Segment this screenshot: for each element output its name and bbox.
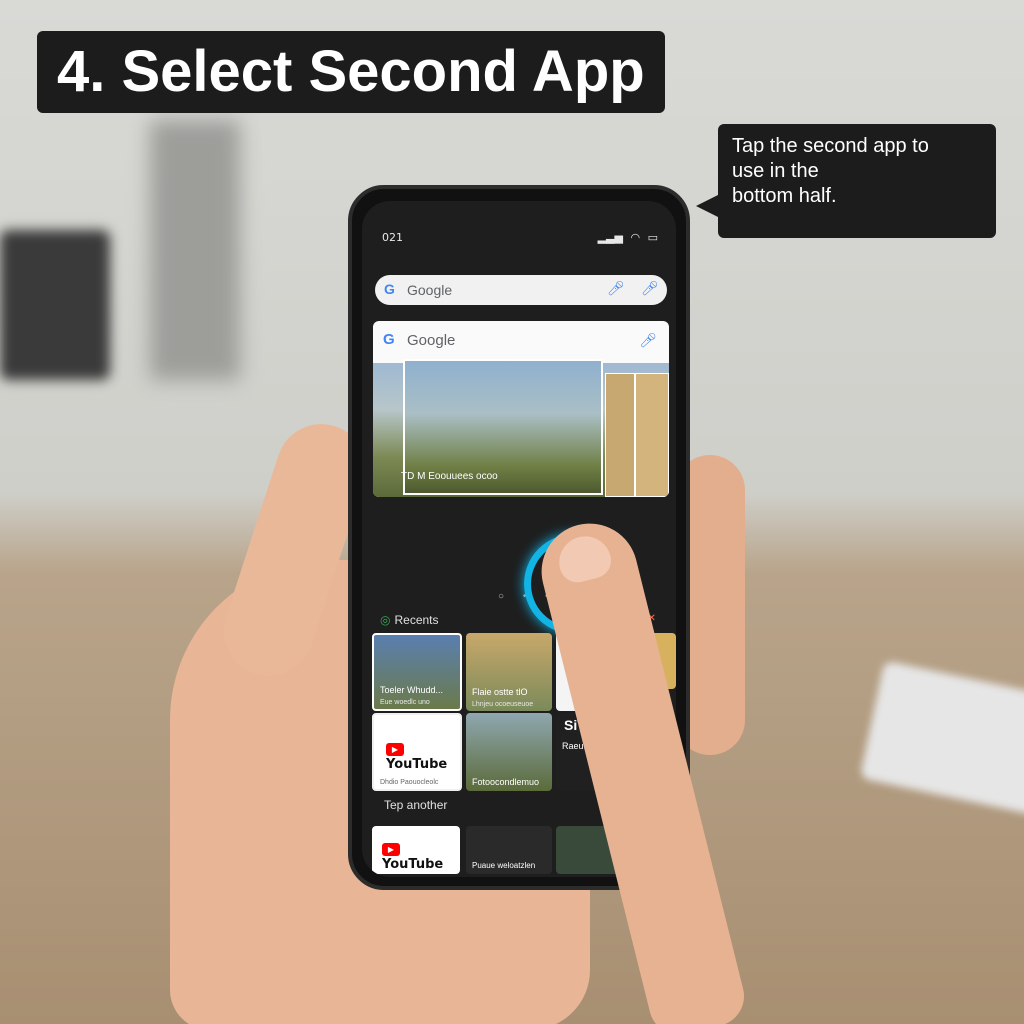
background-shelf: [0, 230, 110, 380]
recents-icon: ◎: [380, 613, 391, 627]
callout-line-3: bottom half.: [732, 185, 837, 207]
status-bar: 021 ▂▃▅ ◠ ▭: [382, 231, 658, 247]
play-icon: ▶: [386, 743, 404, 756]
status-time: 021: [382, 231, 403, 244]
recent-app-tile[interactable]: Toeler Whudd... Eue woedlc uno: [372, 633, 462, 711]
tile-label: Puaue weloatzlen: [472, 861, 536, 870]
instruction-callout: Tap the second app to use in the bottom …: [696, 124, 996, 238]
preview-side-card: [605, 373, 635, 497]
tap-another-label: Tep another: [384, 798, 448, 812]
recent-app-tile[interactable]: Fotoocondlemuo: [466, 713, 552, 791]
mic-icon: 🎤︎: [639, 332, 657, 348]
tile-sub: Eue woedlc uno: [380, 699, 430, 706]
tile-sub: Lhnjeu ocoeuseuoe: [472, 701, 534, 708]
battery-icon: ▭: [647, 231, 658, 244]
tile-label: Fotoocondlemuo: [472, 777, 540, 787]
tile-label: Flaie ostte tlO: [472, 687, 528, 697]
youtube-logo: ▶YouTube: [386, 742, 460, 772]
youtube-label: YouTube: [386, 757, 448, 772]
tile-sub: Dhdio Paouocleolc: [380, 779, 439, 786]
callout-line-2: use in the: [732, 160, 819, 182]
play-icon: ▶: [382, 843, 400, 856]
bottom-app-tile[interactable]: Puaue weloatzlen: [466, 826, 552, 874]
mic-icon[interactable]: 🎤︎: [641, 280, 659, 297]
callout-line-1: Tap the second app to: [732, 135, 929, 157]
recents-label: Recents: [394, 613, 439, 627]
mic-icon[interactable]: 🎤︎: [607, 280, 625, 297]
background-laptop: [859, 660, 1024, 820]
search-bar-text: Google: [407, 282, 453, 298]
step-title: 4. Select Second App: [37, 31, 665, 113]
recent-app-tile-youtube[interactable]: ▶YouTube Dhdio Paouocleolc: [372, 713, 462, 791]
bottom-app-tile-youtube[interactable]: ▶YouTube: [372, 826, 460, 874]
google-logo-icon: G: [383, 331, 395, 348]
preview-side-card: [635, 373, 669, 497]
signal-icon: ▂▃▅: [597, 231, 623, 244]
top-app-preview[interactable]: G Google 🎤︎ TD M Eoouuees ocoo: [373, 321, 669, 497]
background-pole: [150, 120, 240, 380]
tile-label: Toeler Whudd...: [380, 685, 444, 695]
fingernail: [553, 530, 615, 587]
youtube-logo: ▶YouTube: [382, 842, 460, 872]
preview-title: Google: [407, 332, 456, 349]
preview-caption: TD M Eoouuees ocoo: [401, 471, 498, 482]
recents-header: ◎ Recents: [380, 613, 439, 627]
status-icons: ▂▃▅ ◠ ▭: [594, 231, 658, 244]
wifi-icon: ◠: [630, 231, 641, 244]
google-search-bar[interactable]: G Google 🎤︎ 🎤︎: [375, 275, 667, 305]
google-logo-icon: G: [384, 281, 395, 297]
recent-app-tile[interactable]: Flaie ostte tlO Lhnjeu ocoeuseuoe: [466, 633, 552, 711]
youtube-label: YouTube: [382, 857, 444, 872]
